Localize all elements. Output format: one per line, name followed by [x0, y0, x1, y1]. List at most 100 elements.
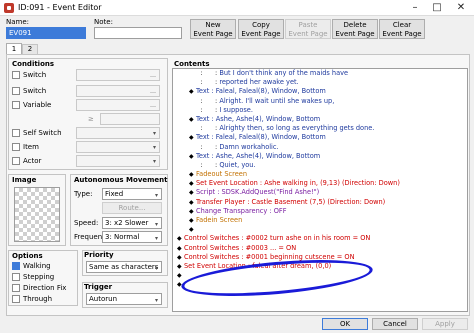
type-label: Type:: [74, 190, 93, 198]
actor-checkbox[interactable]: [12, 157, 20, 165]
command-prefix: : :: [196, 105, 220, 114]
self-switch-label: Self Switch: [23, 129, 62, 137]
route-button[interactable]: Route...: [102, 202, 162, 214]
command-line[interactable]: : : Quiet, you.: [173, 161, 467, 170]
command-line[interactable]: ◆: [173, 225, 467, 234]
note-input[interactable]: [94, 27, 182, 39]
command-prefix: : :: [196, 160, 220, 169]
switch2-label: Switch: [23, 87, 47, 95]
command-line[interactable]: ◆ Fadeout Screen: [173, 170, 467, 179]
command-text: Damn workaholic.: [219, 142, 279, 151]
command-prefix: : :: [196, 69, 220, 77]
command-line[interactable]: : : Damn workaholic.: [173, 143, 467, 152]
command-line[interactable]: ◆ Control Switches : #0003 ... = ON: [173, 244, 467, 253]
command-line[interactable]: ◆ Text : Ashe, Ashe(4), Window, Bottom: [173, 152, 467, 161]
priority-select[interactable]: Same as characters ▾: [86, 261, 162, 273]
variable-value-input[interactable]: [100, 113, 160, 125]
close-icon[interactable]: ✕: [450, 0, 472, 16]
movement-type-select[interactable]: Fixed ▾: [102, 188, 162, 200]
switch1-select[interactable]: …: [76, 69, 160, 81]
command-line[interactable]: ◆ Script : SDSK.AddQuest("Find Ashe!"): [173, 188, 467, 197]
command-line[interactable]: : : reported her awake yet.: [173, 78, 467, 87]
through-checkbox[interactable]: [12, 295, 20, 303]
command-line[interactable]: ◆ Change Transparency : OFF: [173, 207, 467, 216]
note-label: Note:: [94, 18, 113, 26]
name-label: Name:: [6, 18, 30, 26]
command-text: Alright. I'll wait until she wakes up,: [219, 96, 335, 105]
item-checkbox[interactable]: [12, 143, 20, 151]
apply-button[interactable]: Apply: [422, 318, 468, 330]
event-image-preview[interactable]: [14, 187, 60, 242]
paste-event-page-button[interactable]: Paste Event Page: [285, 19, 331, 39]
command-line[interactable]: : : Alrighty then, so long as everything…: [173, 124, 467, 133]
command-line[interactable]: ◆ Control Switches : #0002 turn ashe on i…: [173, 234, 467, 243]
command-marker: ◆: [177, 235, 182, 243]
tab-page-2[interactable]: 2: [22, 44, 38, 54]
minimize-icon[interactable]: –: [404, 0, 426, 16]
copy-event-page-button[interactable]: Copy Event Page: [238, 19, 284, 39]
speed-label: Speed:: [74, 219, 99, 227]
self-switch-checkbox[interactable]: [12, 129, 20, 137]
command-text: Text : Ashe, Ashe(4), Window, Bottom: [196, 151, 321, 160]
command-text: I suppose.: [219, 105, 253, 114]
actor-label: Actor: [23, 157, 42, 165]
command-line[interactable]: : : I suppose.: [173, 106, 467, 115]
command-prefix: : :: [196, 142, 220, 151]
trigger-select[interactable]: Autorun ▾: [86, 293, 162, 305]
command-text: Text : Ashe, Ashe(4), Window, Bottom: [196, 114, 321, 123]
variable-select[interactable]: …: [76, 99, 160, 111]
command-text: Change Transparency : OFF: [196, 206, 287, 215]
ok-button[interactable]: OK: [322, 318, 368, 330]
command-marker: ◆: [177, 272, 182, 280]
movement-speed-select[interactable]: 3: x2 Slower ▾: [102, 217, 162, 229]
command-line[interactable]: ◆ Text : Faleal, Faleal(8), Window, Botto…: [173, 87, 467, 96]
priority-title: Priority: [84, 251, 114, 259]
command-prefix: : :: [196, 78, 220, 87]
command-marker: ◆: [177, 244, 182, 252]
command-line[interactable]: : : But I don't think any of the maids h…: [173, 69, 467, 78]
command-line[interactable]: ◆ Text : Ashe, Ashe(4), Window, Bottom: [173, 115, 467, 124]
actor-select[interactable]: ▾: [76, 155, 160, 167]
command-marker: ◆: [189, 180, 194, 188]
walking-label: Walking: [23, 262, 51, 270]
trigger-title: Trigger: [84, 283, 113, 291]
item-select[interactable]: ▾: [76, 141, 160, 153]
command-text: Transfer Player : Castle Basement (7,5) …: [196, 197, 386, 206]
window-title: ID:091 - Event Editor: [18, 3, 102, 12]
self-switch-select[interactable]: ▾: [76, 127, 160, 139]
command-text: Set Event Location : Ashe walking in, (9…: [196, 179, 400, 188]
image-title: Image: [12, 176, 37, 184]
maximize-icon[interactable]: □: [426, 0, 448, 16]
switch2-select[interactable]: …: [76, 85, 160, 97]
walking-checkbox[interactable]: [12, 262, 20, 270]
variable-checkbox[interactable]: [12, 101, 20, 109]
command-marker: ◆: [189, 152, 194, 160]
name-input[interactable]: EV091: [6, 27, 86, 39]
command-prefix: : :: [196, 124, 220, 133]
cancel-button[interactable]: Cancel: [372, 318, 418, 330]
command-text: But I don't think any of the maids have: [219, 69, 349, 77]
switch1-checkbox[interactable]: [12, 71, 20, 79]
movement-frequency-select[interactable]: 3: Normal ▾: [102, 231, 162, 243]
command-line[interactable]: ◆ Set Event Location : Ashe walking in, (…: [173, 179, 467, 188]
new-event-page-button[interactable]: New Event Page: [190, 19, 236, 39]
app-icon: [4, 3, 14, 13]
command-line[interactable]: : : Alright. I'll wait until she wakes u…: [173, 97, 467, 106]
command-line[interactable]: ◆ Fadein Screen: [173, 216, 467, 225]
command-text: Control Switches : #0003 ... = ON: [184, 243, 297, 252]
command-marker: ◆: [189, 88, 194, 96]
command-text: Fadeout Screen: [196, 170, 248, 179]
ge-label: ≥: [88, 115, 94, 123]
clear-event-page-button[interactable]: Clear Event Page: [379, 19, 425, 39]
tab-page-1[interactable]: 1: [6, 43, 22, 54]
switch2-checkbox[interactable]: [12, 87, 20, 95]
switch1-label: Switch: [23, 71, 47, 79]
item-label: Item: [23, 143, 39, 151]
command-line[interactable]: ◆ Text : Faleal, Faleal(8), Window, Botto…: [173, 133, 467, 142]
stepping-checkbox[interactable]: [12, 273, 20, 281]
command-prefix: : :: [196, 96, 220, 105]
delete-event-page-button[interactable]: Delete Event Page: [332, 19, 378, 39]
command-line[interactable]: ◆ Transfer Player : Castle Basement (7,5)…: [173, 198, 467, 207]
stepping-label: Stepping: [23, 273, 55, 281]
direction-fix-checkbox[interactable]: [12, 284, 20, 292]
